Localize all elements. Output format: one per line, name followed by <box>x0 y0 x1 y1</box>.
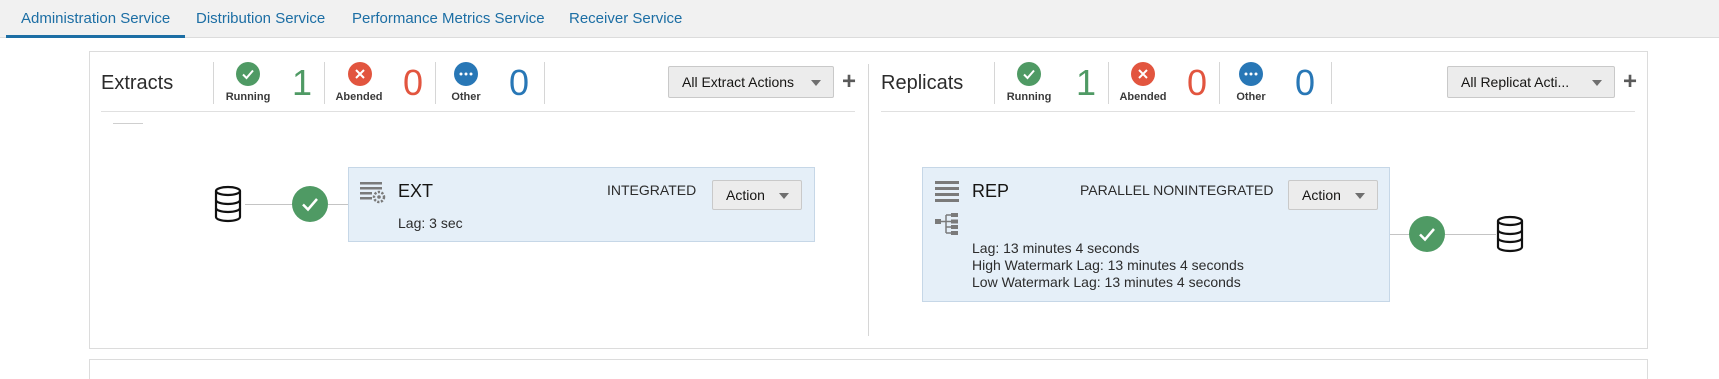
add-extract-plus-icon[interactable]: + <box>842 70 856 94</box>
abended-x-icon <box>1131 62 1155 86</box>
running-count[interactable]: 1 <box>1076 63 1096 103</box>
parallel-tree-icon <box>935 213 959 240</box>
chevron-down-icon <box>779 193 789 199</box>
other-label: Other <box>1236 91 1266 103</box>
next-panel <box>89 359 1648 379</box>
chevron-down-icon <box>1592 80 1602 86</box>
replicat-action-button[interactable]: Action <box>1288 180 1378 210</box>
tab-distribution-service[interactable]: Distribution Service <box>196 0 325 38</box>
abended-x-icon <box>348 62 372 86</box>
extracts-title: Extracts <box>101 72 174 94</box>
other-count[interactable]: 0 <box>1295 63 1315 103</box>
all-replicat-actions-dropdown[interactable]: All Replicat Acti... <box>1447 66 1615 98</box>
replicat-card-rep[interactable]: REP PARALLEL NONINTEGRATED Action Lag: 1… <box>922 167 1390 302</box>
abended-count[interactable]: 0 <box>403 63 423 103</box>
other-ellipsis-icon <box>1239 62 1263 86</box>
tab-administration-service[interactable]: Administration Service <box>6 0 186 38</box>
divider <box>1331 62 1332 104</box>
divider <box>101 111 855 112</box>
other-count[interactable]: 0 <box>509 63 529 103</box>
chevron-down-icon <box>811 80 821 86</box>
extract-card-ext[interactable]: EXT INTEGRATED Action Lag: 3 sec <box>348 167 815 242</box>
running-label: Running <box>1006 91 1052 103</box>
tab-receiver-service[interactable]: Receiver Service <box>569 0 682 38</box>
action-label: Action <box>726 187 765 203</box>
chevron-down-icon <box>1355 193 1365 199</box>
extract-process-gear-icon <box>360 181 386 210</box>
abended-count[interactable]: 0 <box>1187 63 1207 103</box>
replicat-high-watermark-lag: High Watermark Lag: 13 minutes 4 seconds <box>972 257 1244 273</box>
dropdown-label: All Replicat Acti... <box>1461 74 1570 90</box>
tab-performance-metrics-service[interactable]: Performance Metrics Service <box>352 0 545 38</box>
dropdown-label: All Extract Actions <box>682 74 795 90</box>
action-label: Action <box>1302 187 1341 203</box>
abended-label: Abended <box>335 91 383 103</box>
extract-type: INTEGRATED <box>607 182 697 198</box>
replicat-name: REP <box>972 181 1010 201</box>
divider <box>881 111 1635 112</box>
other-ellipsis-icon <box>454 62 478 86</box>
running-count[interactable]: 1 <box>292 63 312 103</box>
replicat-low-watermark-lag: Low Watermark Lag: 13 minutes 4 seconds <box>972 274 1241 290</box>
all-extract-actions-dropdown[interactable]: All Extract Actions <box>668 66 834 98</box>
divider <box>544 62 545 104</box>
service-tab-bar: Administration Service Distribution Serv… <box>0 0 1719 38</box>
extract-status-check-icon <box>292 186 328 222</box>
running-check-icon <box>236 62 260 86</box>
extract-action-button[interactable]: Action <box>712 180 802 210</box>
running-check-icon <box>1017 62 1041 86</box>
abended-label: Abended <box>1119 91 1167 103</box>
add-replicat-plus-icon[interactable]: + <box>1623 70 1637 94</box>
connector-line <box>1445 234 1496 235</box>
running-label: Running <box>225 91 271 103</box>
replicats-title: Replicats <box>881 72 964 94</box>
replicat-lag: Lag: 13 minutes 4 seconds <box>972 240 1140 256</box>
connector-line <box>245 204 293 205</box>
replicat-status-check-icon <box>1409 216 1445 252</box>
replicat-process-list-icon <box>935 181 959 208</box>
other-label: Other <box>451 91 481 103</box>
connector-line <box>328 204 348 205</box>
replicat-type: PARALLEL NONINTEGRATED <box>1080 182 1274 198</box>
extract-name: EXT <box>398 181 434 201</box>
section-divider <box>868 64 869 336</box>
breadcrumb-placeholder <box>113 123 143 124</box>
source-database-icon <box>213 185 243 228</box>
extract-lag: Lag: 3 sec <box>398 215 463 231</box>
target-database-icon <box>1495 215 1525 258</box>
